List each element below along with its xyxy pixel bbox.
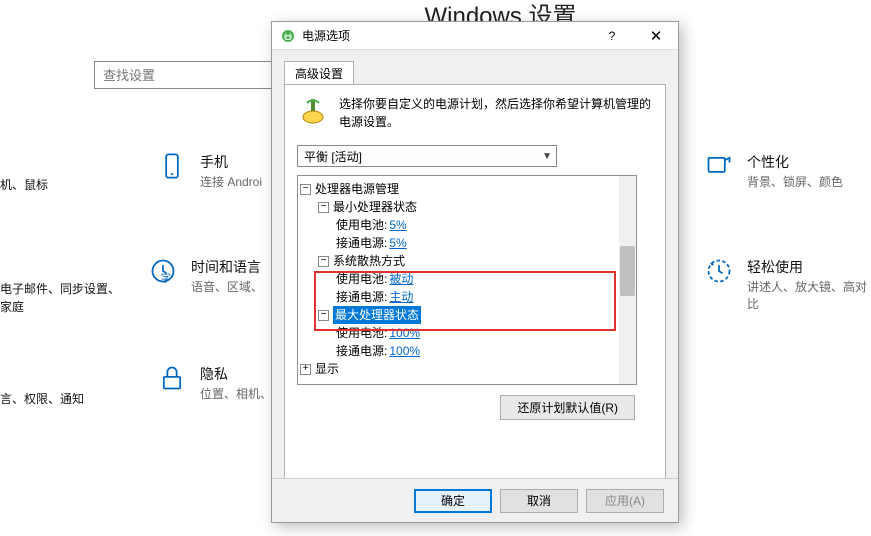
category-title: 个性化 [747, 152, 843, 172]
close-button[interactable]: ✕ [634, 22, 678, 50]
ok-button[interactable]: 确定 [414, 489, 492, 513]
category-title: 轻松使用 [747, 257, 871, 277]
help-icon: ? [609, 29, 616, 43]
category-sub-fragment: 言、权限、通知 [0, 390, 84, 407]
power-options-icon [297, 95, 329, 127]
personalize-icon [705, 152, 733, 180]
tree-value-link[interactable]: 被动 [389, 270, 413, 288]
category-title: 手机 [200, 152, 262, 172]
collapse-icon[interactable]: − [318, 310, 329, 321]
tree-value-label: 接通电源: [336, 288, 387, 306]
tree-node-cooling-policy[interactable]: − 系统散热方式 [318, 252, 634, 270]
collapse-icon[interactable]: − [318, 202, 329, 213]
tree-node-max-processor[interactable]: − 最大处理器状态 [318, 306, 634, 324]
tree-value-row[interactable]: 使用电池: 100% [336, 324, 634, 342]
category-ease-of-access[interactable]: 轻松使用 讲述人、放大镜、高对比 [705, 257, 871, 312]
tab-panel: 选择你要自定义的电源计划，然后选择你希望计算机管理的电源设置。 平衡 [活动] … [284, 84, 666, 492]
tree-value-label: 接通电源: [336, 234, 387, 252]
dialog-title: 电源选项 [302, 27, 350, 44]
tree-value-label: 使用电池: [336, 216, 387, 234]
category-personalization[interactable]: 个性化 背景、锁屏、颜色 [705, 152, 843, 190]
tree-label: 处理器电源管理 [315, 180, 399, 198]
tree-value-link[interactable]: 5% [389, 216, 406, 234]
tree-value-link[interactable]: 主动 [389, 288, 413, 306]
help-button[interactable]: ? [590, 22, 634, 50]
tree-node-processor-power[interactable]: − 处理器电源管理 [300, 180, 634, 198]
tree-label-selected: 最大处理器状态 [333, 306, 421, 324]
tree-value-row[interactable]: 接通电源: 主动 [336, 288, 634, 306]
category-sub: 语音、区域、 [191, 278, 263, 295]
scrollbar-thumb[interactable] [620, 246, 635, 296]
chevron-down-icon: ▼ [542, 151, 552, 162]
svg-text:字: 字 [161, 272, 172, 285]
tree-value-row[interactable]: 使用电池: 5% [336, 216, 634, 234]
tree-value-label: 使用电池: [336, 270, 387, 288]
power-plan-select[interactable]: 平衡 [活动] ▼ [297, 145, 557, 167]
tree-value-row[interactable]: 接通电源: 5% [336, 234, 634, 252]
cancel-button[interactable]: 取消 [500, 489, 578, 513]
settings-tree: − 处理器电源管理 − 最小处理器状态 使用电池: 5% 接通电源: 5% [297, 175, 637, 385]
power-plug-icon [280, 28, 296, 44]
dialog-button-row: 确定 取消 应用(A) [272, 478, 678, 522]
tree-value-label: 接通电源: [336, 342, 387, 360]
tree-value-label: 使用电池: [336, 324, 387, 342]
category-sub: 讲述人、放大镜、高对比 [747, 278, 871, 312]
restore-defaults-button[interactable]: 还原计划默认值(R) [500, 395, 635, 420]
tree-label: 系统散热方式 [333, 252, 405, 270]
close-icon: ✕ [650, 27, 663, 45]
category-title: 时间和语言 [191, 257, 263, 277]
tree-value-row[interactable]: 接通电源: 100% [336, 342, 634, 360]
phone-icon [158, 152, 186, 180]
collapse-icon[interactable]: − [318, 256, 329, 267]
category-time-language[interactable]: 字 时间和语言 语音、区域、 [149, 257, 263, 295]
category-sub: 背景、锁屏、颜色 [747, 173, 843, 190]
tree-node-min-processor[interactable]: − 最小处理器状态 [318, 198, 634, 216]
power-options-dialog: 电源选项 ? ✕ 高级设置 选择你要自定义的电源计划，然后选择你希望计算机管理的… [271, 21, 679, 523]
time-language-icon: 字 [149, 257, 177, 285]
tab-advanced-settings[interactable]: 高级设置 [284, 61, 354, 85]
plan-select-value: 平衡 [活动] [304, 148, 362, 165]
tree-value-link[interactable]: 5% [389, 234, 406, 252]
apply-button[interactable]: 应用(A) [586, 489, 664, 513]
tree-node-display[interactable]: + 显示 [300, 360, 634, 378]
tree-value-link[interactable]: 100% [389, 342, 420, 360]
tree-value-row[interactable]: 使用电池: 被动 [336, 270, 634, 288]
category-sub-fragment: 电子邮件、同步设置、家庭 [0, 280, 120, 316]
ease-of-access-icon [705, 257, 733, 285]
category-privacy[interactable]: 隐私 位置、相机、 [158, 364, 272, 402]
dialog-description: 选择你要自定义的电源计划，然后选择你希望计算机管理的电源设置。 [339, 95, 653, 131]
tree-label: 显示 [315, 360, 339, 378]
category-phone[interactable]: 手机 连接 Androi [158, 152, 262, 190]
collapse-icon[interactable]: − [300, 184, 311, 195]
category-sub: 位置、相机、 [200, 385, 272, 402]
tree-value-link[interactable]: 100% [389, 324, 420, 342]
category-sub: 连接 Androi [200, 173, 262, 190]
category-sub-fragment: 机、鼠标 [0, 176, 48, 193]
dialog-titlebar: 电源选项 ? ✕ [272, 22, 678, 50]
expand-icon[interactable]: + [300, 364, 311, 375]
tree-label: 最小处理器状态 [333, 198, 417, 216]
scrollbar[interactable] [619, 176, 636, 384]
lock-icon [158, 364, 186, 392]
category-title: 隐私 [200, 364, 272, 384]
